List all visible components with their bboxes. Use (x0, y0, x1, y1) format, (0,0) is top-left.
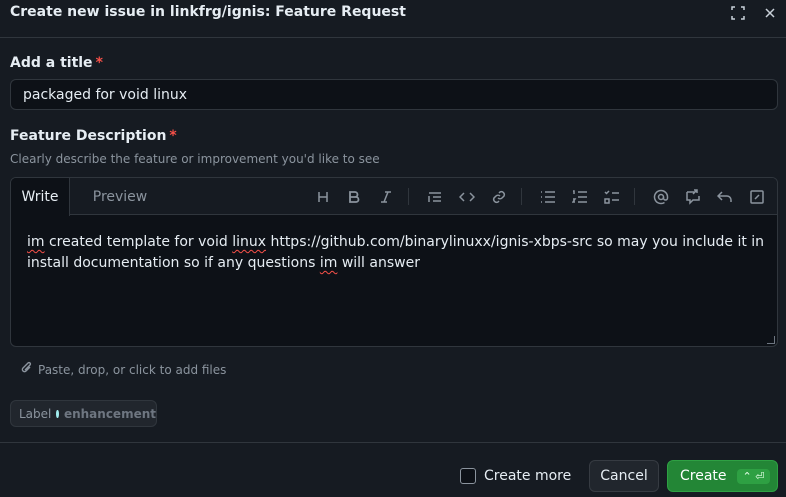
dialog-footer: Create more Cancel Create ⌃ ⏎ (0, 442, 786, 497)
keyboard-shortcut-badge: ⌃ ⏎ (736, 468, 771, 484)
link-icon[interactable] (489, 187, 509, 207)
close-icon[interactable] (761, 4, 779, 22)
label-color-dot (56, 409, 59, 418)
cancel-button[interactable]: Cancel (589, 460, 659, 492)
toolbar-separator (408, 188, 409, 205)
label-chip[interactable]: Label enhancement (10, 400, 157, 427)
ordered-list-icon[interactable] (570, 187, 590, 207)
unordered-list-icon[interactable] (538, 187, 558, 207)
dialog-title: Create new issue in linkfrg/ignis: Featu… (10, 4, 406, 20)
reference-icon[interactable] (683, 187, 703, 207)
misspelled-word: im (27, 234, 45, 250)
title-input[interactable] (10, 79, 778, 110)
toolbar-separator (634, 188, 635, 205)
undo-icon[interactable] (715, 187, 735, 207)
heading-icon[interactable] (313, 187, 333, 207)
create-button-label: Create (680, 468, 727, 484)
quote-icon[interactable] (425, 187, 445, 207)
fullscreen-icon[interactable] (729, 4, 747, 22)
markdown-editor: Write Preview im created template for vo… (10, 177, 778, 347)
resize-handle[interactable] (767, 336, 775, 344)
description-label: Feature Description * (10, 128, 177, 144)
tab-write[interactable]: Write (11, 178, 70, 216)
required-mark: * (169, 128, 177, 144)
code-icon[interactable] (457, 187, 477, 207)
create-button[interactable]: Create ⌃ ⏎ (667, 460, 778, 492)
label-chip-value: enhancement (63, 406, 156, 421)
create-more-label[interactable]: Create more (484, 468, 571, 484)
bold-icon[interactable] (344, 187, 364, 207)
mention-icon[interactable] (651, 187, 671, 207)
description-help: Clearly describe the feature or improvem… (10, 152, 380, 166)
paperclip-icon (20, 361, 34, 378)
fullscreen-edit-icon[interactable] (747, 187, 767, 207)
attach-text: Paste, drop, or click to add files (38, 362, 227, 377)
description-textarea[interactable]: im created template for void linux https… (27, 232, 767, 274)
create-more-checkbox[interactable] (460, 468, 476, 484)
misspelled-word: im (319, 255, 338, 271)
title-label: Add a title * (10, 55, 103, 71)
italic-icon[interactable] (376, 187, 396, 207)
tab-preview[interactable]: Preview (70, 178, 170, 215)
attach-files[interactable]: Paste, drop, or click to add files (20, 361, 226, 378)
misspelled-word: linux (232, 234, 266, 250)
toolbar-separator (521, 188, 522, 205)
dialog-header: Create new issue in linkfrg/ignis: Featu… (0, 0, 786, 38)
required-mark: * (95, 55, 103, 71)
task-list-icon[interactable] (602, 187, 622, 207)
editor-toolbar: Write Preview (11, 178, 777, 216)
create-issue-dialog: Create new issue in linkfrg/ignis: Featu… (0, 0, 786, 497)
label-chip-title: Label (19, 406, 52, 421)
